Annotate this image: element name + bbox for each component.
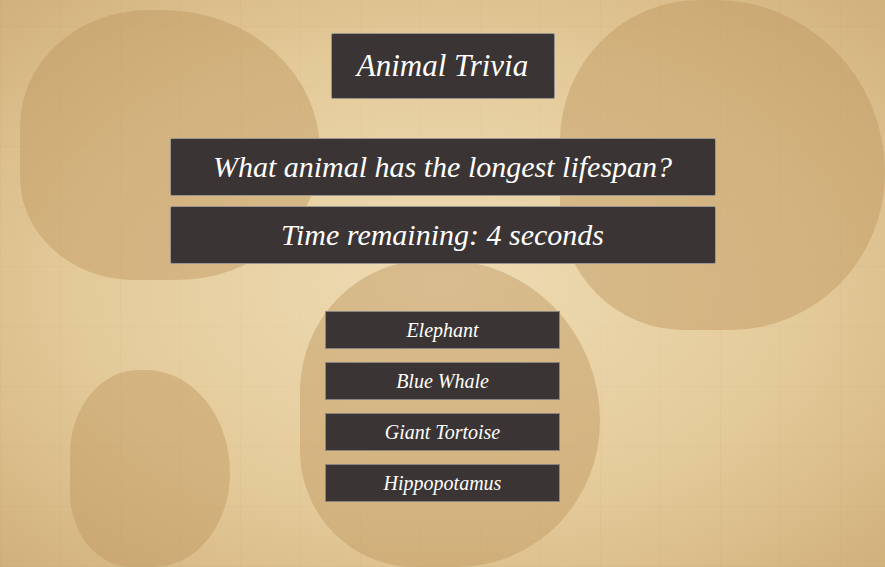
trivia-page: Animal Trivia What animal has the longest… [0, 0, 885, 567]
map-landmass [70, 370, 230, 567]
answer-button[interactable]: Giant Tortoise [325, 413, 560, 451]
title-banner: Animal Trivia [331, 33, 555, 99]
answer-button[interactable]: Hippopotamus [325, 464, 560, 502]
answer-list: Elephant Blue Whale Giant Tortoise Hippopot… [325, 311, 560, 502]
timer-banner: Time remaining: 4 seconds [170, 206, 716, 264]
trivia-content: Animal Trivia What animal has the longest… [0, 0, 885, 502]
answer-button[interactable]: Blue Whale [325, 362, 560, 400]
answer-button[interactable]: Elephant [325, 311, 560, 349]
question-banner: What animal has the longest lifespan? [170, 138, 716, 196]
